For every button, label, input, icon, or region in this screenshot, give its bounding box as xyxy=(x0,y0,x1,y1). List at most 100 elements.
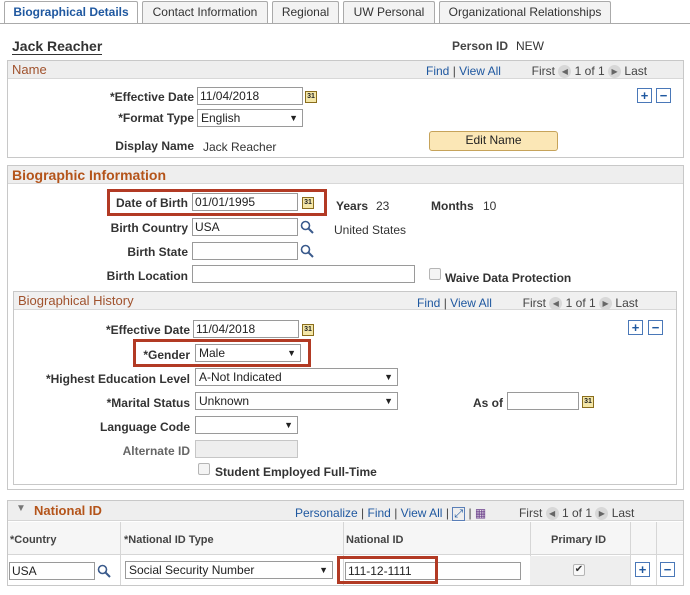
education-label: *Highest Education Level xyxy=(45,372,190,386)
tab-organizational-relationships[interactable]: Organizational Relationships xyxy=(439,1,611,23)
view-all-link[interactable]: View All xyxy=(459,64,501,78)
view-all-link[interactable]: View All xyxy=(401,506,443,520)
waive-checkbox[interactable] xyxy=(429,268,441,280)
nav-sep: | xyxy=(443,296,447,310)
student-checkbox[interactable] xyxy=(198,463,210,475)
history-effective-date-label: *Effective Date xyxy=(105,323,190,337)
lookup-icon[interactable] xyxy=(300,220,314,234)
col-national-id: National ID xyxy=(346,534,404,546)
lookup-icon[interactable] xyxy=(97,564,111,578)
bio-info-title: Biographic Information xyxy=(12,167,166,183)
as-of-field[interactable] xyxy=(507,392,579,410)
column-divider xyxy=(120,522,121,585)
view-all-link[interactable]: View All xyxy=(450,296,492,310)
format-type-label: *Format Type xyxy=(118,111,194,125)
country-field[interactable]: USA xyxy=(9,562,95,580)
tab-divider xyxy=(0,23,690,24)
effective-date-label: *Effective Date xyxy=(109,90,194,104)
marital-select[interactable]: Unknown ▼ xyxy=(195,392,398,410)
bio-history-nav: Find | View All First ◀ 1 of 1 ▶ Last xyxy=(417,296,638,311)
dropdown-arrow-icon: ▼ xyxy=(289,113,298,123)
language-label: Language Code xyxy=(99,420,190,434)
last-label: Last xyxy=(611,506,635,520)
edit-name-button[interactable]: Edit Name xyxy=(429,131,558,151)
id-type-select[interactable]: Social Security Number ▼ xyxy=(125,561,333,579)
marital-value: Unknown xyxy=(199,394,250,408)
tab-contact-information[interactable]: Contact Information xyxy=(142,1,268,23)
display-name-value: Jack Reacher xyxy=(203,140,277,154)
row-position: 1 of 1 xyxy=(574,64,605,78)
prev-icon[interactable]: ◀ xyxy=(549,297,563,311)
add-row-icon[interactable]: + xyxy=(637,88,652,103)
prev-icon[interactable]: ◀ xyxy=(545,507,559,521)
find-link[interactable]: Find xyxy=(426,64,449,78)
history-effective-date-field[interactable]: 11/04/2018 xyxy=(193,320,299,338)
delete-row-icon[interactable]: − xyxy=(656,88,671,103)
alternate-id-label: Alternate ID xyxy=(122,444,190,458)
personalize-link[interactable]: Personalize xyxy=(295,506,358,520)
first-label: First xyxy=(522,296,546,310)
calendar-icon[interactable]: 31 xyxy=(305,91,317,103)
next-icon[interactable]: ▶ xyxy=(608,65,622,79)
birth-location-field[interactable] xyxy=(192,265,415,283)
tab-regional[interactable]: Regional xyxy=(272,1,339,23)
national-id-title: National ID xyxy=(34,503,102,518)
first-label: First xyxy=(531,64,555,78)
name-title: Name xyxy=(12,62,47,77)
education-value: A-Not Indicated xyxy=(199,370,282,384)
primary-id-checkbox[interactable]: ✔ xyxy=(573,564,585,576)
as-of-label: As of xyxy=(473,396,503,410)
col-id-type: *National ID Type xyxy=(124,534,214,546)
last-label: Last xyxy=(624,64,648,78)
birth-country-field[interactable]: USA xyxy=(192,218,298,236)
id-type-value: Social Security Number xyxy=(129,563,255,577)
dropdown-arrow-icon: ▼ xyxy=(384,372,393,382)
first-label: First xyxy=(518,506,543,520)
alternate-id-field xyxy=(195,440,298,458)
tab-biographical-details[interactable]: Biographical Details xyxy=(4,1,138,24)
waive-label: Waive Data Protection xyxy=(445,271,572,285)
zoom-icon[interactable]: ⤢ xyxy=(452,507,466,521)
calendar-icon[interactable]: 31 xyxy=(302,324,314,336)
years-label: Years xyxy=(336,199,369,213)
find-link[interactable]: Find xyxy=(417,296,440,310)
effective-date-field[interactable]: 11/04/2018 xyxy=(197,87,303,105)
gender-highlight xyxy=(133,339,311,367)
add-row-icon[interactable]: + xyxy=(635,562,650,577)
marital-label: *Marital Status xyxy=(106,396,190,410)
column-divider xyxy=(656,522,657,585)
education-select[interactable]: A-Not Indicated ▼ xyxy=(195,368,398,386)
person-id-value: NEW xyxy=(516,39,544,53)
dropdown-arrow-icon: ▼ xyxy=(319,565,328,575)
nav-sep: | xyxy=(394,506,398,520)
delete-row-icon[interactable]: − xyxy=(648,320,663,335)
collapse-icon[interactable]: ▼ xyxy=(16,503,26,514)
col-country: *Country xyxy=(10,534,57,546)
years-value: 23 xyxy=(376,199,390,213)
delete-row-icon[interactable]: − xyxy=(660,562,675,577)
person-id-label: Person ID xyxy=(452,39,509,53)
next-icon[interactable]: ▶ xyxy=(595,507,609,521)
months-value: 10 xyxy=(483,199,497,213)
next-icon[interactable]: ▶ xyxy=(599,297,613,311)
prev-icon[interactable]: ◀ xyxy=(558,65,572,79)
student-label: Student Employed Full-Time xyxy=(215,465,377,479)
format-type-select[interactable]: English ▼ xyxy=(197,109,303,127)
row-position: 1 of 1 xyxy=(565,296,596,310)
lookup-icon[interactable] xyxy=(300,244,314,258)
calendar-icon[interactable]: 31 xyxy=(582,396,594,408)
tab-uw-personal[interactable]: UW Personal xyxy=(343,1,435,23)
dob-highlight xyxy=(107,189,327,216)
nav-sep: | xyxy=(445,506,449,520)
download-grid-icon[interactable]: ▦ xyxy=(475,506,486,520)
add-row-icon[interactable]: + xyxy=(628,320,643,335)
format-type-value: English xyxy=(201,111,241,125)
nav-sep: | xyxy=(361,506,365,520)
find-link[interactable]: Find xyxy=(368,506,391,520)
dropdown-arrow-icon: ▼ xyxy=(384,396,393,406)
language-select[interactable]: ▼ xyxy=(195,416,298,434)
birth-state-field[interactable] xyxy=(192,242,298,260)
bio-history-title: Biographical History xyxy=(18,293,134,308)
dropdown-arrow-icon: ▼ xyxy=(284,420,293,430)
col-primary-id: Primary ID xyxy=(551,534,607,546)
